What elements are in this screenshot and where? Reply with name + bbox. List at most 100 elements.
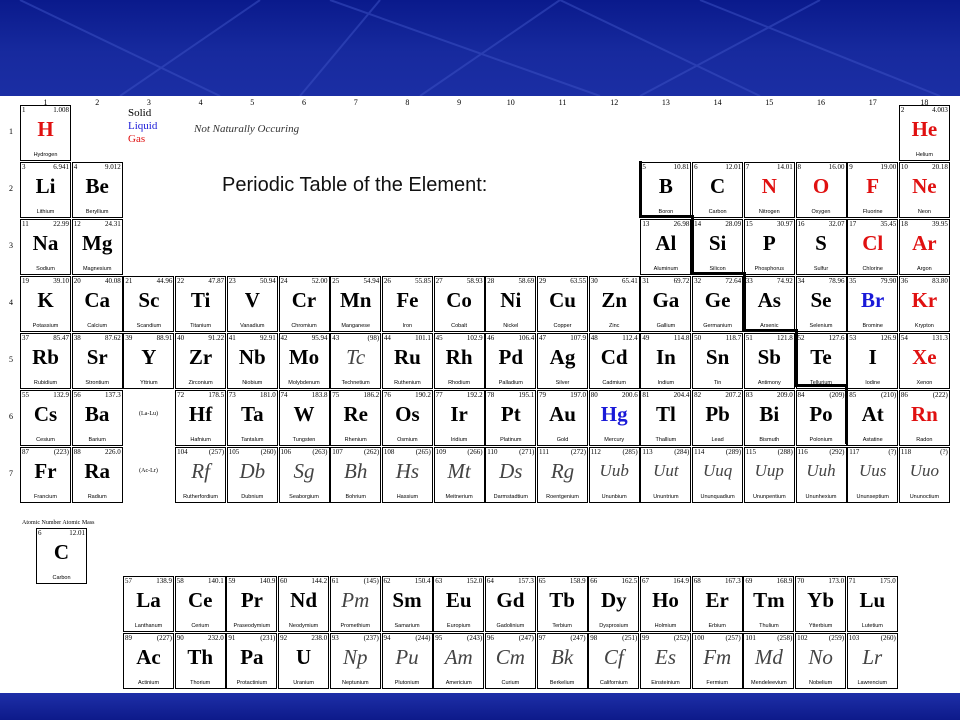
element-cell-h: 1 1.008 H Hydrogen [20,105,71,161]
atomic-number: 86 [900,391,908,399]
atomic-mass: 132.9 [53,391,69,399]
element-symbol: Mn [339,288,372,312]
element-cell-ca: 20 40.08 Ca Calcium [71,276,123,332]
atomic-number: 76 [383,391,391,399]
element-symbol: Pb [705,402,730,426]
key-atomic-number: 6 [38,529,42,537]
element-symbol: Bh [344,459,368,483]
element-symbol: H [37,117,54,141]
metalloid-divider [795,384,848,387]
element-name: Dubnium [241,494,264,500]
atomic-number: 3 [22,163,26,171]
atomic-number: 34 [797,277,805,285]
element-name: Copper [553,323,572,329]
atomic-mass: 19.00 [880,163,897,171]
element-symbol: Md [754,645,783,669]
atomic-mass: 10.81 [673,163,690,171]
element-cell-in: 49 114.8 In Indium [640,333,692,389]
group-number: 7 [353,98,358,107]
element-name: Bromine [862,323,883,329]
atomic-mass: 138.9 [156,577,172,585]
atomic-mass: 114.8 [673,334,690,342]
element-symbol: S [815,231,827,255]
element-cell-la: 57 138.9 La Lanthanum [123,576,174,632]
element-cell-cl: 17 35.45 Cl Chlorine [847,219,899,275]
atomic-number: 96 [486,634,494,642]
atomic-mass: (210) [881,391,897,399]
element-symbol: Kr [911,288,938,312]
element-symbol: At [861,402,884,426]
element-name: Sodium [36,266,55,272]
atomic-number: 88 [73,448,81,456]
atomic-number: 70 [797,577,805,585]
element-cell-no: 102 (259) No Nobelium [795,633,847,689]
element-name: Protactinium [236,680,268,686]
element-name: Meitnerium [445,494,473,500]
element-symbol: Ir [450,402,468,426]
atomic-number: 85 [849,391,857,399]
element-symbol: Rf [191,459,210,483]
element-name: Ununhexium [805,494,837,500]
element-symbol: Ho [652,588,679,612]
element-symbol: Na [32,231,59,255]
atomic-mass: 118.7 [725,334,742,342]
element-cell-rn: 86 (222) Rn Radon [898,390,950,446]
element-name: Chromium [291,323,317,329]
group-number: 10 [506,98,515,107]
atomic-number: 11 [22,220,29,228]
atomic-mass: 238.0 [311,634,328,642]
atomic-mass: 24.31 [104,220,121,228]
atomic-mass: 26.98 [673,220,690,228]
atomic-number: 54 [900,334,908,342]
element-symbol: Ge [704,288,731,312]
element-name: Gold [556,437,569,443]
element-symbol: Os [395,402,420,426]
element-cell-n: 7 14.01 N Nitrogen [743,162,795,218]
atomic-mass: 204.4 [673,391,690,399]
legend-gas: Gas [128,133,146,145]
element-name: Promethium [340,623,371,629]
element-symbol: Sm [392,588,422,612]
element-cell-te: 52 127.6 Te Tellurium [795,333,847,389]
element-name: Iron [402,323,413,329]
element-cell-er: 68 167.3 Er Erbium [691,576,743,632]
element-cell-ga: 31 69.72 Ga Gallium [640,276,692,332]
element-cell-dy: 66 162.5 Dy Dysprosium [588,576,640,632]
group-number: 12 [610,98,619,107]
element-cell-i: 53 126.9 I Iodine [847,333,899,389]
element-name: Bismuth [759,437,780,443]
element-cell-pd: 46 106.4 Pd Palladium [485,333,537,389]
element-name: Ununtrium [653,494,679,500]
element-name: Potassium [32,323,59,329]
element-cell-cu: 29 63.55 Cu Copper [537,276,588,332]
atomic-number: 101 [745,634,756,642]
atomic-number: 108 [383,448,395,456]
atomic-number: 21 [125,277,133,285]
atomic-number: 4 [73,163,78,171]
element-symbol: Bk [551,645,574,669]
group-number: 3 [146,98,151,107]
element-cell-bk: 97 (247) Bk Berkelium [536,633,588,689]
element-cell-ce: 58 140.1 Ce Cerium [174,576,226,632]
element-symbol: Cl [862,231,884,255]
atomic-mass: 195.1 [518,391,535,399]
element-symbol: Fr [34,459,57,483]
element-cell-am: 95 (243) Am Americium [433,633,485,689]
element-cell-uuq: 114 (289) Uuq Ununquadium [692,447,744,503]
element-name: Phosphorus [754,266,784,272]
atomic-number: 111 [539,448,549,456]
element-cell-w: 74 183.8 W Tungsten [278,390,330,446]
element-symbol: B [658,174,673,198]
key-element-name: Carbon [52,575,71,581]
atomic-mass: 79.90 [880,277,897,285]
element-symbol: Zn [601,288,628,312]
element-symbol: Tc [346,345,366,369]
atomic-mass: 106.4 [518,334,535,342]
element-cell-rb: 37 85.47 Rb Rubidium [20,333,71,389]
element-cell-he: 2 4.003 He Helium [898,105,950,161]
element-cell-gd: 64 157.3 Gd Gadolinium [484,576,536,632]
atomic-mass: (271) [519,448,535,456]
atomic-mass: 52.00 [311,277,328,285]
element-cell-sm: 62 150.4 Sm Samarium [381,576,433,632]
atomic-mass: 55.85 [415,277,431,285]
